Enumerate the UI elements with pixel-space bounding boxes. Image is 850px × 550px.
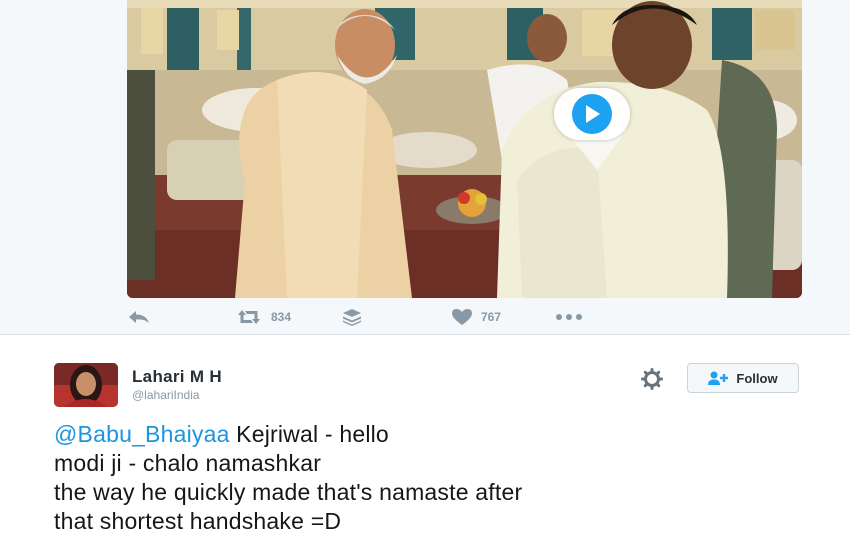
layers-icon[interactable] xyxy=(342,304,362,330)
heart-icon xyxy=(452,309,472,325)
mention-link[interactable]: @Babu_Bhaiyaa xyxy=(54,421,230,447)
retweet-count: 834 xyxy=(271,310,292,324)
gear-icon[interactable] xyxy=(641,368,663,390)
like-button[interactable]: 767 xyxy=(451,304,501,330)
tweet-text-line: modi ji - chalo namashkar xyxy=(54,450,322,476)
tweet-text-line: the way he quickly made that's namaste a… xyxy=(54,479,523,505)
reply-icon[interactable] xyxy=(127,304,151,330)
tweet-text: @Babu_Bhaiyaa Kejriwal - hello modi ji -… xyxy=(54,420,814,536)
user-handle[interactable]: @lahariIndia xyxy=(132,388,200,402)
user-display-name[interactable]: Lahari M H xyxy=(132,367,222,387)
play-button[interactable] xyxy=(554,88,630,140)
video-thumbnail[interactable] xyxy=(127,0,802,298)
embedded-tweet-top: 834 767 xyxy=(0,0,850,335)
tweet-actions-bar: 834 767 xyxy=(127,304,807,330)
more-icon[interactable] xyxy=(555,304,583,330)
add-user-icon xyxy=(708,371,729,385)
play-icon xyxy=(572,94,612,134)
retweet-icon xyxy=(238,310,260,324)
like-count: 767 xyxy=(481,310,502,324)
avatar[interactable] xyxy=(54,363,118,407)
tweet-text-segment: Kejriwal - hello xyxy=(229,421,389,447)
follow-button[interactable]: Follow xyxy=(687,363,799,393)
retweet-button[interactable]: 834 xyxy=(235,304,291,330)
tweet-text-line: that shortest handshake =D xyxy=(54,508,342,534)
video-frame-image xyxy=(127,0,802,298)
tweet-text-line: @Babu_Bhaiyaa Kejriwal - hello xyxy=(54,420,814,449)
follow-label: Follow xyxy=(736,370,778,386)
